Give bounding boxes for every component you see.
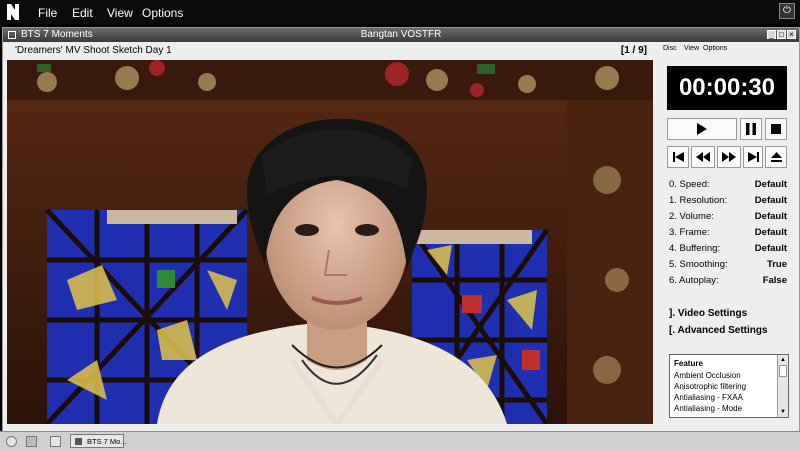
speaker-icon[interactable] [26,436,37,447]
bts-logo-icon [7,4,19,20]
fast-forward-icon [722,152,736,162]
stop-button[interactable] [765,118,787,140]
settings-list: 0. Speed: Default 1. Resolution: Default 2… [669,179,787,291]
setting-speed[interactable]: 0. Speed: Default [669,179,787,195]
feature-item[interactable]: Anisotrophic filtering [674,382,746,391]
close-icon[interactable]: × [787,30,796,39]
taskbar-window-label: BTS 7 Mo... [87,437,127,446]
video-still-image [7,60,653,424]
video-header: 'Dreamers' MV Shoot Sketch Day 1 [1 / 9] [7,44,653,58]
scroll-thumb[interactable] [779,365,787,377]
next-button[interactable] [743,146,763,168]
playlist-counter: [1 / 9] [620,45,647,56]
play-icon [697,123,707,135]
panel-menu-disc[interactable]: Disc [663,45,677,52]
scroll-up-icon[interactable]: ▲ [779,356,787,364]
eject-icon [770,152,782,162]
window-title: Bangtan VOSTFR [360,29,442,40]
play-button[interactable] [667,118,737,140]
panel-menu-view[interactable]: View [684,45,699,52]
advanced-settings-link[interactable]: [. Advanced Settings [669,325,768,336]
pause-button[interactable] [740,118,762,140]
feature-item[interactable]: Ambient Occlusion [674,371,741,380]
maximize-icon[interactable]: □ [777,30,786,39]
scroll-down-icon[interactable]: ▼ [779,408,787,416]
player-window: BTS 7 Moments Bangtan VOSTFR _ □ × 'Drea… [2,27,800,432]
window-icon [75,438,82,445]
setting-frame[interactable]: 3. Frame: Default [669,227,787,243]
previous-icon [672,152,684,162]
setting-volume[interactable]: 2. Volume: Default [669,211,787,227]
time-display: 00:00:30 [667,66,787,110]
setting-resolution[interactable]: 1. Resolution: Default [669,195,787,211]
taskbar-window-button[interactable]: BTS 7 Mo... [70,434,127,448]
feature-item[interactable]: Antialiasing - Mode [674,404,742,413]
menu-file[interactable]: File [38,6,57,20]
rewind-icon [696,152,710,162]
video-title: 'Dreamers' MV Shoot Sketch Day 1 [15,45,172,56]
rewind-button[interactable] [691,146,715,168]
feature-list-scrollbar[interactable]: ▲ ▼ [777,355,788,417]
menu-edit[interactable]: Edit [72,6,93,20]
top-menubar: File Edit View Options ⏻ [0,0,800,24]
power-icon[interactable]: ⏻ [779,3,795,19]
menu-view[interactable]: View [107,6,133,20]
video-frame[interactable] [7,60,653,424]
minimize-icon[interactable]: _ [767,30,776,39]
eject-button[interactable] [765,146,787,168]
next-icon [747,152,759,162]
setting-autoplay[interactable]: 6. Autoplay: False [669,275,787,291]
feature-item[interactable]: Antialiasing - FXAA [674,393,743,402]
panel-menu-options[interactable]: Options [703,45,727,52]
setting-smoothing[interactable]: 5. Smoothing: True [669,259,787,275]
feature-list[interactable]: Feature Ambient Occlusion Anisotrophic f… [669,354,789,418]
stop-icon [771,124,781,134]
window-titlebar: BTS 7 Moments Bangtan VOSTFR _ □ × [3,28,799,42]
setting-buffering[interactable]: 4. Buffering: Default [669,243,787,259]
taskbar: BTS 7 Mo... [0,431,800,451]
document-icon[interactable] [50,436,61,447]
start-icon[interactable] [6,436,17,447]
feature-list-header: Feature [674,359,703,368]
video-settings-link[interactable]: ]. Video Settings [669,308,747,319]
control-panel: 00:00:30 0. Speed: Default 1. Resolution:… [657,58,797,428]
pause-icon [746,123,756,135]
previous-button[interactable] [667,146,689,168]
menu-options[interactable]: Options [142,6,183,20]
fast-forward-button[interactable] [717,146,741,168]
